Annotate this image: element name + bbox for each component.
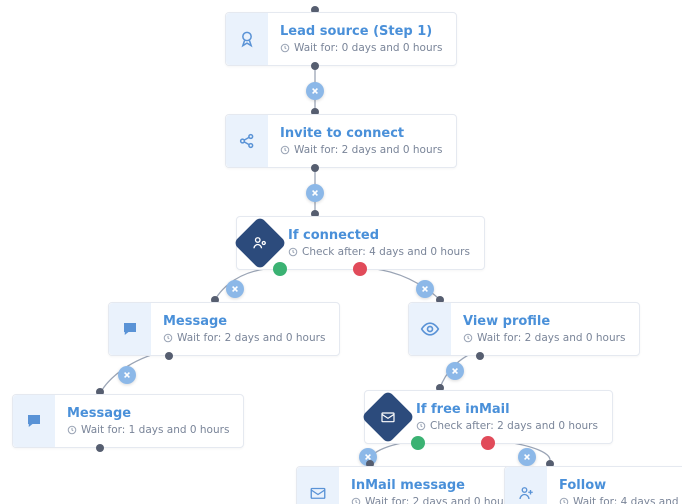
node-subtitle: Wait for: 0 days and 0 hours (280, 42, 442, 54)
remove-edge-button[interactable] (446, 362, 464, 380)
node-follow[interactable]: Follow Wait for: 4 days and 0 hours (504, 466, 682, 504)
remove-edge-button[interactable] (118, 366, 136, 384)
remove-edge-button[interactable] (306, 184, 324, 202)
node-title: View profile (463, 314, 625, 330)
node-subtitle: Wait for: 2 days and 0 hours (163, 332, 325, 344)
node-title: If connected (288, 228, 470, 244)
node-subtitle: Wait for: 2 days and 0 hours (280, 144, 442, 156)
node-subtitle: Wait for: 2 days and 0 hours (463, 332, 625, 344)
node-view-profile[interactable]: View profile Wait for: 2 days and 0 hour… (408, 302, 640, 356)
remove-edge-button[interactable] (518, 448, 536, 466)
node-subtitle: Wait for: 4 days and 0 hours (559, 496, 682, 504)
node-inmail-message[interactable]: InMail message Wait for: 2 days and 0 ho… (296, 466, 528, 504)
node-title: Invite to connect (280, 126, 442, 142)
node-title: Lead source (Step 1) (280, 24, 442, 40)
node-title: If free inMail (416, 402, 598, 418)
branch-yes-icon (411, 436, 425, 450)
remove-edge-button[interactable] (226, 280, 244, 298)
node-message-1[interactable]: Message Wait for: 2 days and 0 hours (108, 302, 340, 356)
node-title: InMail message (351, 478, 513, 494)
remove-edge-button[interactable] (306, 82, 324, 100)
node-subtitle: Check after: 4 days and 0 hours (288, 246, 470, 258)
branch-no-icon (481, 436, 495, 450)
chat-icon (13, 395, 55, 447)
node-lead-source[interactable]: Lead source (Step 1) Wait for: 0 days an… (225, 12, 457, 66)
branch-yes-icon (273, 262, 287, 276)
node-subtitle: Wait for: 2 days and 0 hours (351, 496, 513, 504)
node-subtitle: Check after: 2 days and 0 hours (416, 420, 598, 432)
node-title: Message (67, 406, 229, 422)
share-icon (226, 115, 268, 167)
follow-icon (505, 467, 547, 504)
remove-edge-button[interactable] (359, 448, 377, 466)
chat-icon (109, 303, 151, 355)
node-title: Message (163, 314, 325, 330)
mail-icon (297, 467, 339, 504)
node-message-2[interactable]: Message Wait for: 1 days and 0 hours (12, 394, 244, 448)
remove-edge-button[interactable] (416, 280, 434, 298)
eye-icon (409, 303, 451, 355)
badge-icon (226, 13, 268, 65)
branch-no-icon (353, 262, 367, 276)
node-title: Follow (559, 478, 682, 494)
node-invite-to-connect[interactable]: Invite to connect Wait for: 2 days and 0… (225, 114, 457, 168)
node-subtitle: Wait for: 1 days and 0 hours (67, 424, 229, 436)
